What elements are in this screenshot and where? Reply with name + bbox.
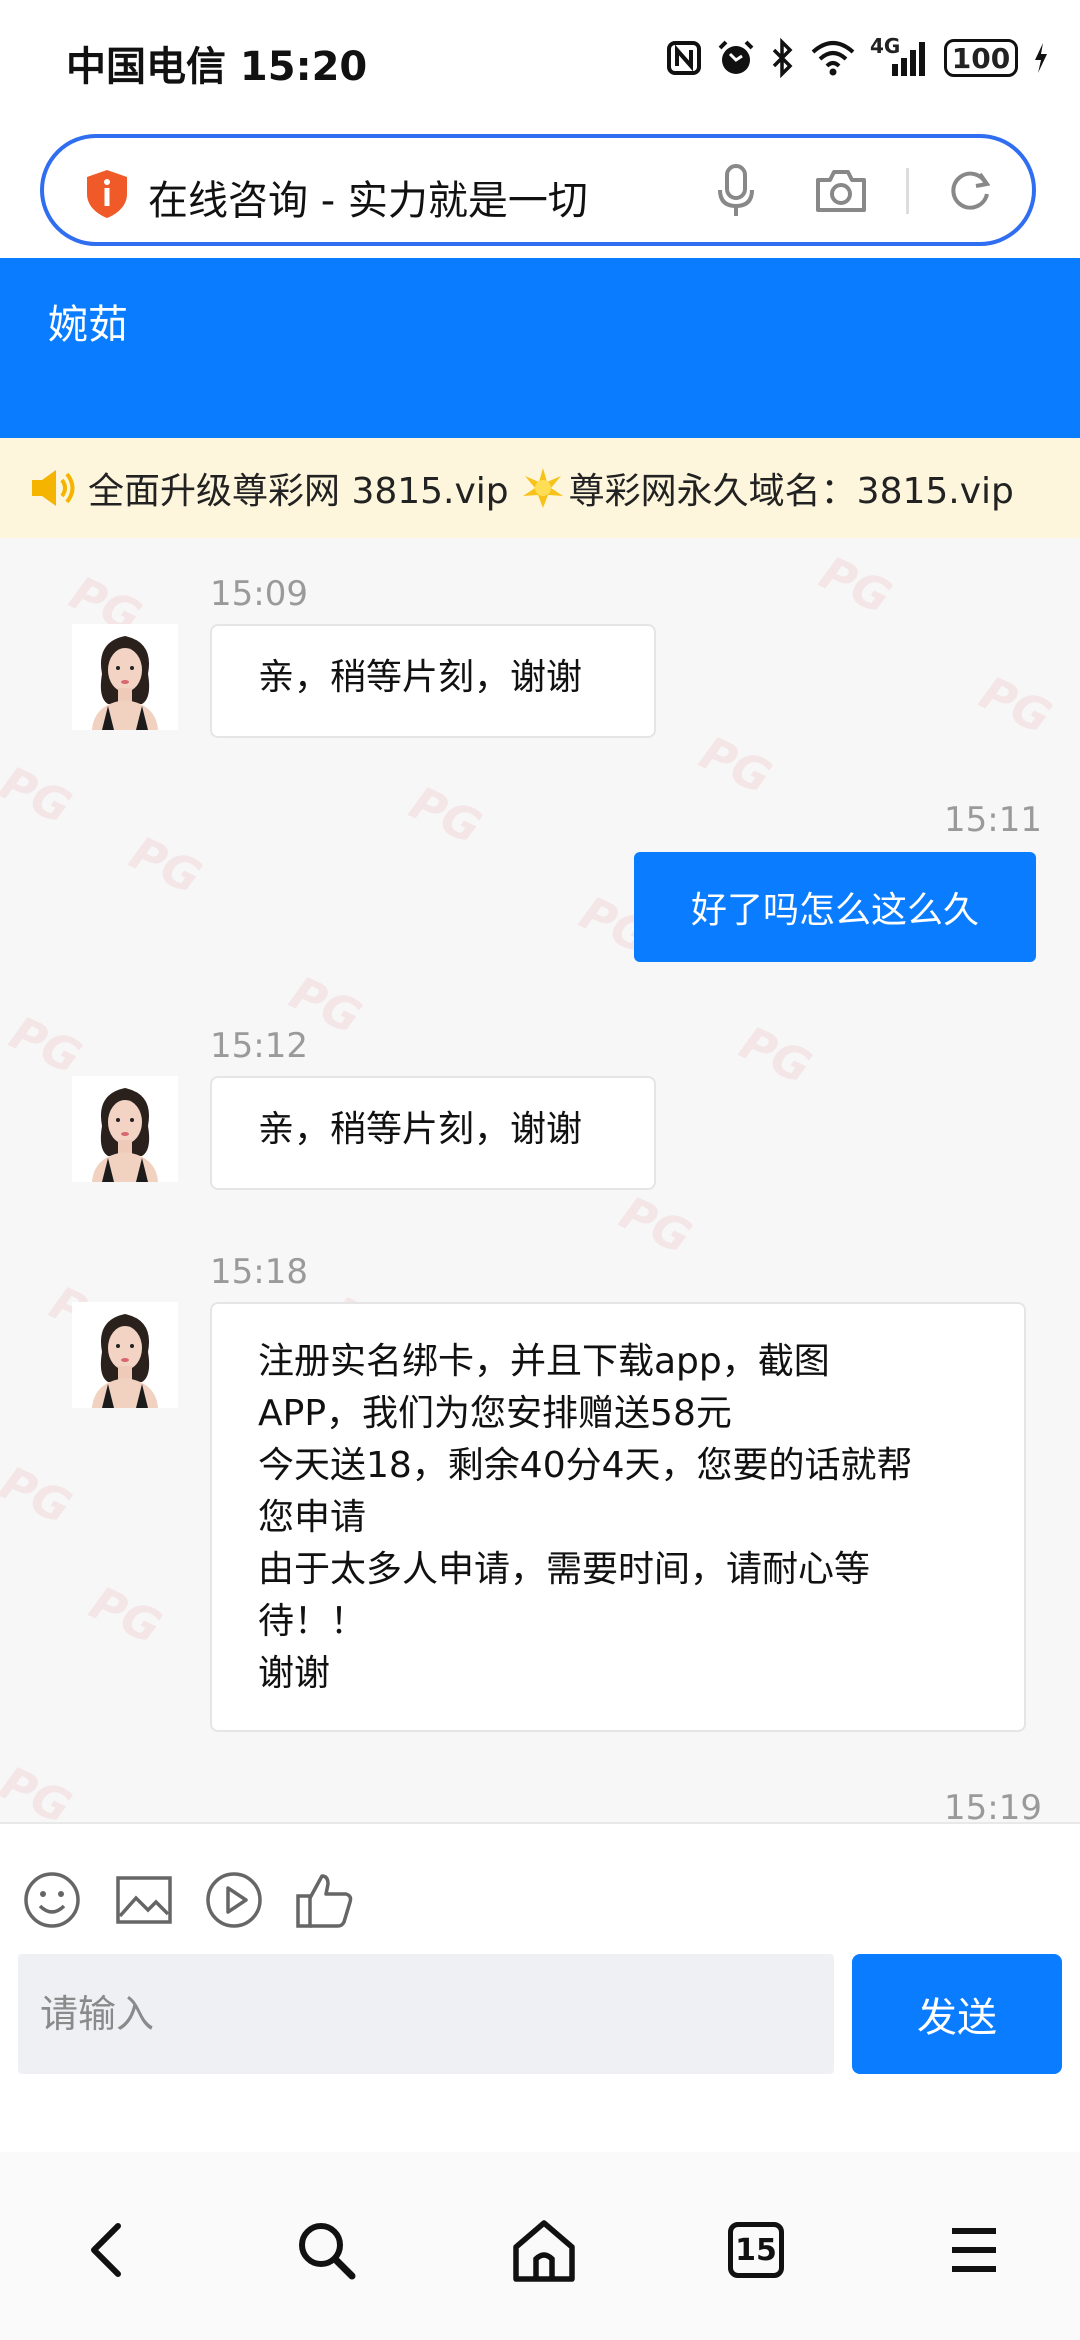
message-line: 您申请 <box>258 1497 367 1538</box>
tabs-button[interactable]: 15 <box>716 2210 796 2290</box>
message-line: 注册实名绑卡，并且下载app，截图 <box>258 1341 830 1382</box>
thumbs-up-icon[interactable] <box>294 1870 356 1930</box>
menu-icon <box>952 2228 996 2272</box>
charging-icon <box>1035 43 1047 73</box>
message-line: 待！！ <box>258 1601 367 1642</box>
page-title: 在线咨询 - 实力就是一切 <box>148 178 588 224</box>
browser-toolbar: 在线咨询 - 实力就是一切 <box>0 120 1080 258</box>
agent-message-bubble: 亲，稍等片刻，谢谢 <box>210 624 656 738</box>
watermark: PG <box>971 665 1060 745</box>
tab-count: 15 <box>735 2232 777 2268</box>
watermark: PG <box>611 1185 700 1265</box>
watermark: PG <box>121 825 210 905</box>
watermark: PG <box>1 1005 90 1085</box>
battery-indicator: 100 <box>944 39 1018 77</box>
back-arrow-icon <box>91 2223 121 2277</box>
home-icon <box>513 2220 575 2282</box>
security-warning-icon <box>87 170 127 218</box>
agent-message-bubble: 注册实名绑卡，并且下载app，截图 APP，我们为您安排赠送58元 今天送18，… <box>210 1302 1026 1732</box>
status-bar: 中国电信 15:20 4G 100 <box>0 0 1080 120</box>
user-message-bubble: 好了吗怎么这么久 <box>634 852 1036 962</box>
carrier-time: 中国电信 15:20 <box>66 44 368 90</box>
message-timestamp: 15:18 <box>210 1252 308 1292</box>
search-button[interactable] <box>286 2210 366 2290</box>
watermark: PG <box>401 775 490 855</box>
emoji-icon[interactable] <box>22 1870 82 1930</box>
message-timestamp: 15:19 <box>944 1788 1042 1822</box>
message-input[interactable] <box>18 1954 834 2074</box>
back-button[interactable] <box>66 2210 146 2290</box>
camera-icon[interactable] <box>814 166 868 214</box>
address-bar[interactable]: 在线咨询 - 实力就是一切 <box>40 134 1036 246</box>
message-text: 好了吗怎么这么久 <box>690 890 979 931</box>
wifi-icon <box>811 41 855 76</box>
watermark: PG <box>0 1755 80 1822</box>
message-timestamp: 15:12 <box>210 1026 308 1066</box>
watermark: PG <box>731 1015 820 1095</box>
message-line: 由于太多人申请，需要时间，请耐心等 <box>258 1549 871 1590</box>
search-icon <box>299 2223 356 2280</box>
message-timestamp: 15:09 <box>210 574 308 614</box>
home-button[interactable] <box>504 2210 584 2290</box>
message-text: 亲，稍等片刻，谢谢 <box>258 1109 583 1150</box>
composer: 发送 <box>0 1822 1080 2154</box>
video-icon[interactable] <box>204 1870 264 1930</box>
cellular-signal: 4G <box>870 34 930 78</box>
microphone-icon[interactable] <box>716 164 756 218</box>
sparkle-icon <box>521 466 565 510</box>
message-line: 今天送18，剩余40分4天，您要的话就帮 <box>258 1445 913 1486</box>
message-timestamp: 15:11 <box>944 800 1042 840</box>
signal-icon <box>892 42 925 76</box>
battery-level: 100 <box>951 41 1011 75</box>
alarm-icon <box>718 40 754 74</box>
agent-avatar <box>72 1302 178 1408</box>
agent-avatar <box>72 624 178 730</box>
message-list[interactable]: PG PG PG PG PG PG PG PG PG PG PG PG PG P… <box>0 538 1080 1822</box>
chat-header: 婉茹 <box>0 258 1080 438</box>
agent-message-bubble: 亲，稍等片刻，谢谢 <box>210 1076 656 1190</box>
announcement-text-2: 尊彩网永久域名：3815.vip <box>568 471 1014 512</box>
nfc-icon <box>667 41 701 75</box>
message-line: 谢谢 <box>258 1653 331 1694</box>
reload-icon[interactable] <box>946 166 994 214</box>
agent-avatar <box>72 1076 178 1182</box>
announcement-text-1: 全面升级尊彩网 3815.vip <box>88 471 509 512</box>
agent-name: 婉茹 <box>48 302 128 348</box>
bluetooth-icon <box>772 38 793 78</box>
send-button[interactable]: 发送 <box>852 1954 1062 2074</box>
status-icons: 4G 100 <box>666 34 1050 82</box>
tabs-icon: 15 <box>728 2222 784 2278</box>
watermark: PG <box>691 725 780 805</box>
image-icon[interactable] <box>114 1870 174 1930</box>
address-divider <box>906 168 909 214</box>
watermark: PG <box>0 1455 80 1535</box>
menu-button[interactable] <box>934 2210 1014 2290</box>
watermark: PG <box>0 755 80 835</box>
speaker-icon <box>28 466 80 510</box>
watermark: PG <box>811 545 900 625</box>
browser-nav-bar: 15 <box>0 2152 1080 2340</box>
message-text: 亲，稍等片刻，谢谢 <box>258 657 583 698</box>
announcement-bar: 全面升级尊彩网 3815.vip 尊彩网永久域名：3815.vip <box>0 438 1080 538</box>
message-line: APP，我们为您安排赠送58元 <box>258 1393 732 1434</box>
watermark: PG <box>81 1575 170 1655</box>
